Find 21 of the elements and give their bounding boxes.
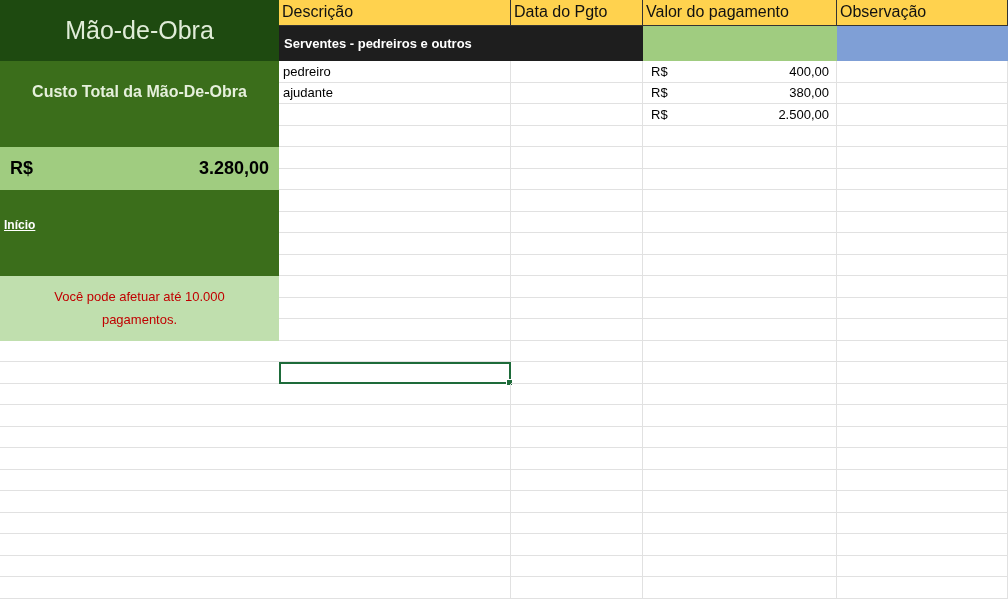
amount-value: 2.500,00	[778, 106, 829, 122]
home-link[interactable]: Início	[4, 218, 36, 232]
currency-symbol: R$	[651, 85, 668, 101]
total-label: Custo Total da Mão-De-Obra	[0, 61, 279, 147]
group-label: Serventes - pedreiros e outros	[279, 26, 643, 61]
column-header: Valor do pagamento	[643, 0, 837, 26]
currency-symbol: R$	[10, 158, 33, 179]
column-header: Descrição	[279, 0, 511, 26]
currency-symbol: R$	[651, 63, 668, 79]
info-note: Você pode afetuar até 10.000 pagamentos.	[0, 276, 279, 341]
fill-handle[interactable]	[506, 378, 513, 386]
sheet-title: Mão-de-Obra	[0, 0, 279, 61]
column-header: Data do Pgto	[511, 0, 643, 26]
table-cell: pedreiro	[279, 61, 511, 83]
amount-value: 400,00	[789, 63, 829, 79]
amount-value: 380,00	[789, 85, 829, 101]
table-cell: ajudante	[279, 82, 511, 104]
currency-symbol: R$	[651, 106, 668, 122]
selected-cell[interactable]	[279, 362, 511, 384]
column-header: Observação	[837, 0, 1008, 26]
total-value: 3.280,00	[198, 158, 269, 179]
